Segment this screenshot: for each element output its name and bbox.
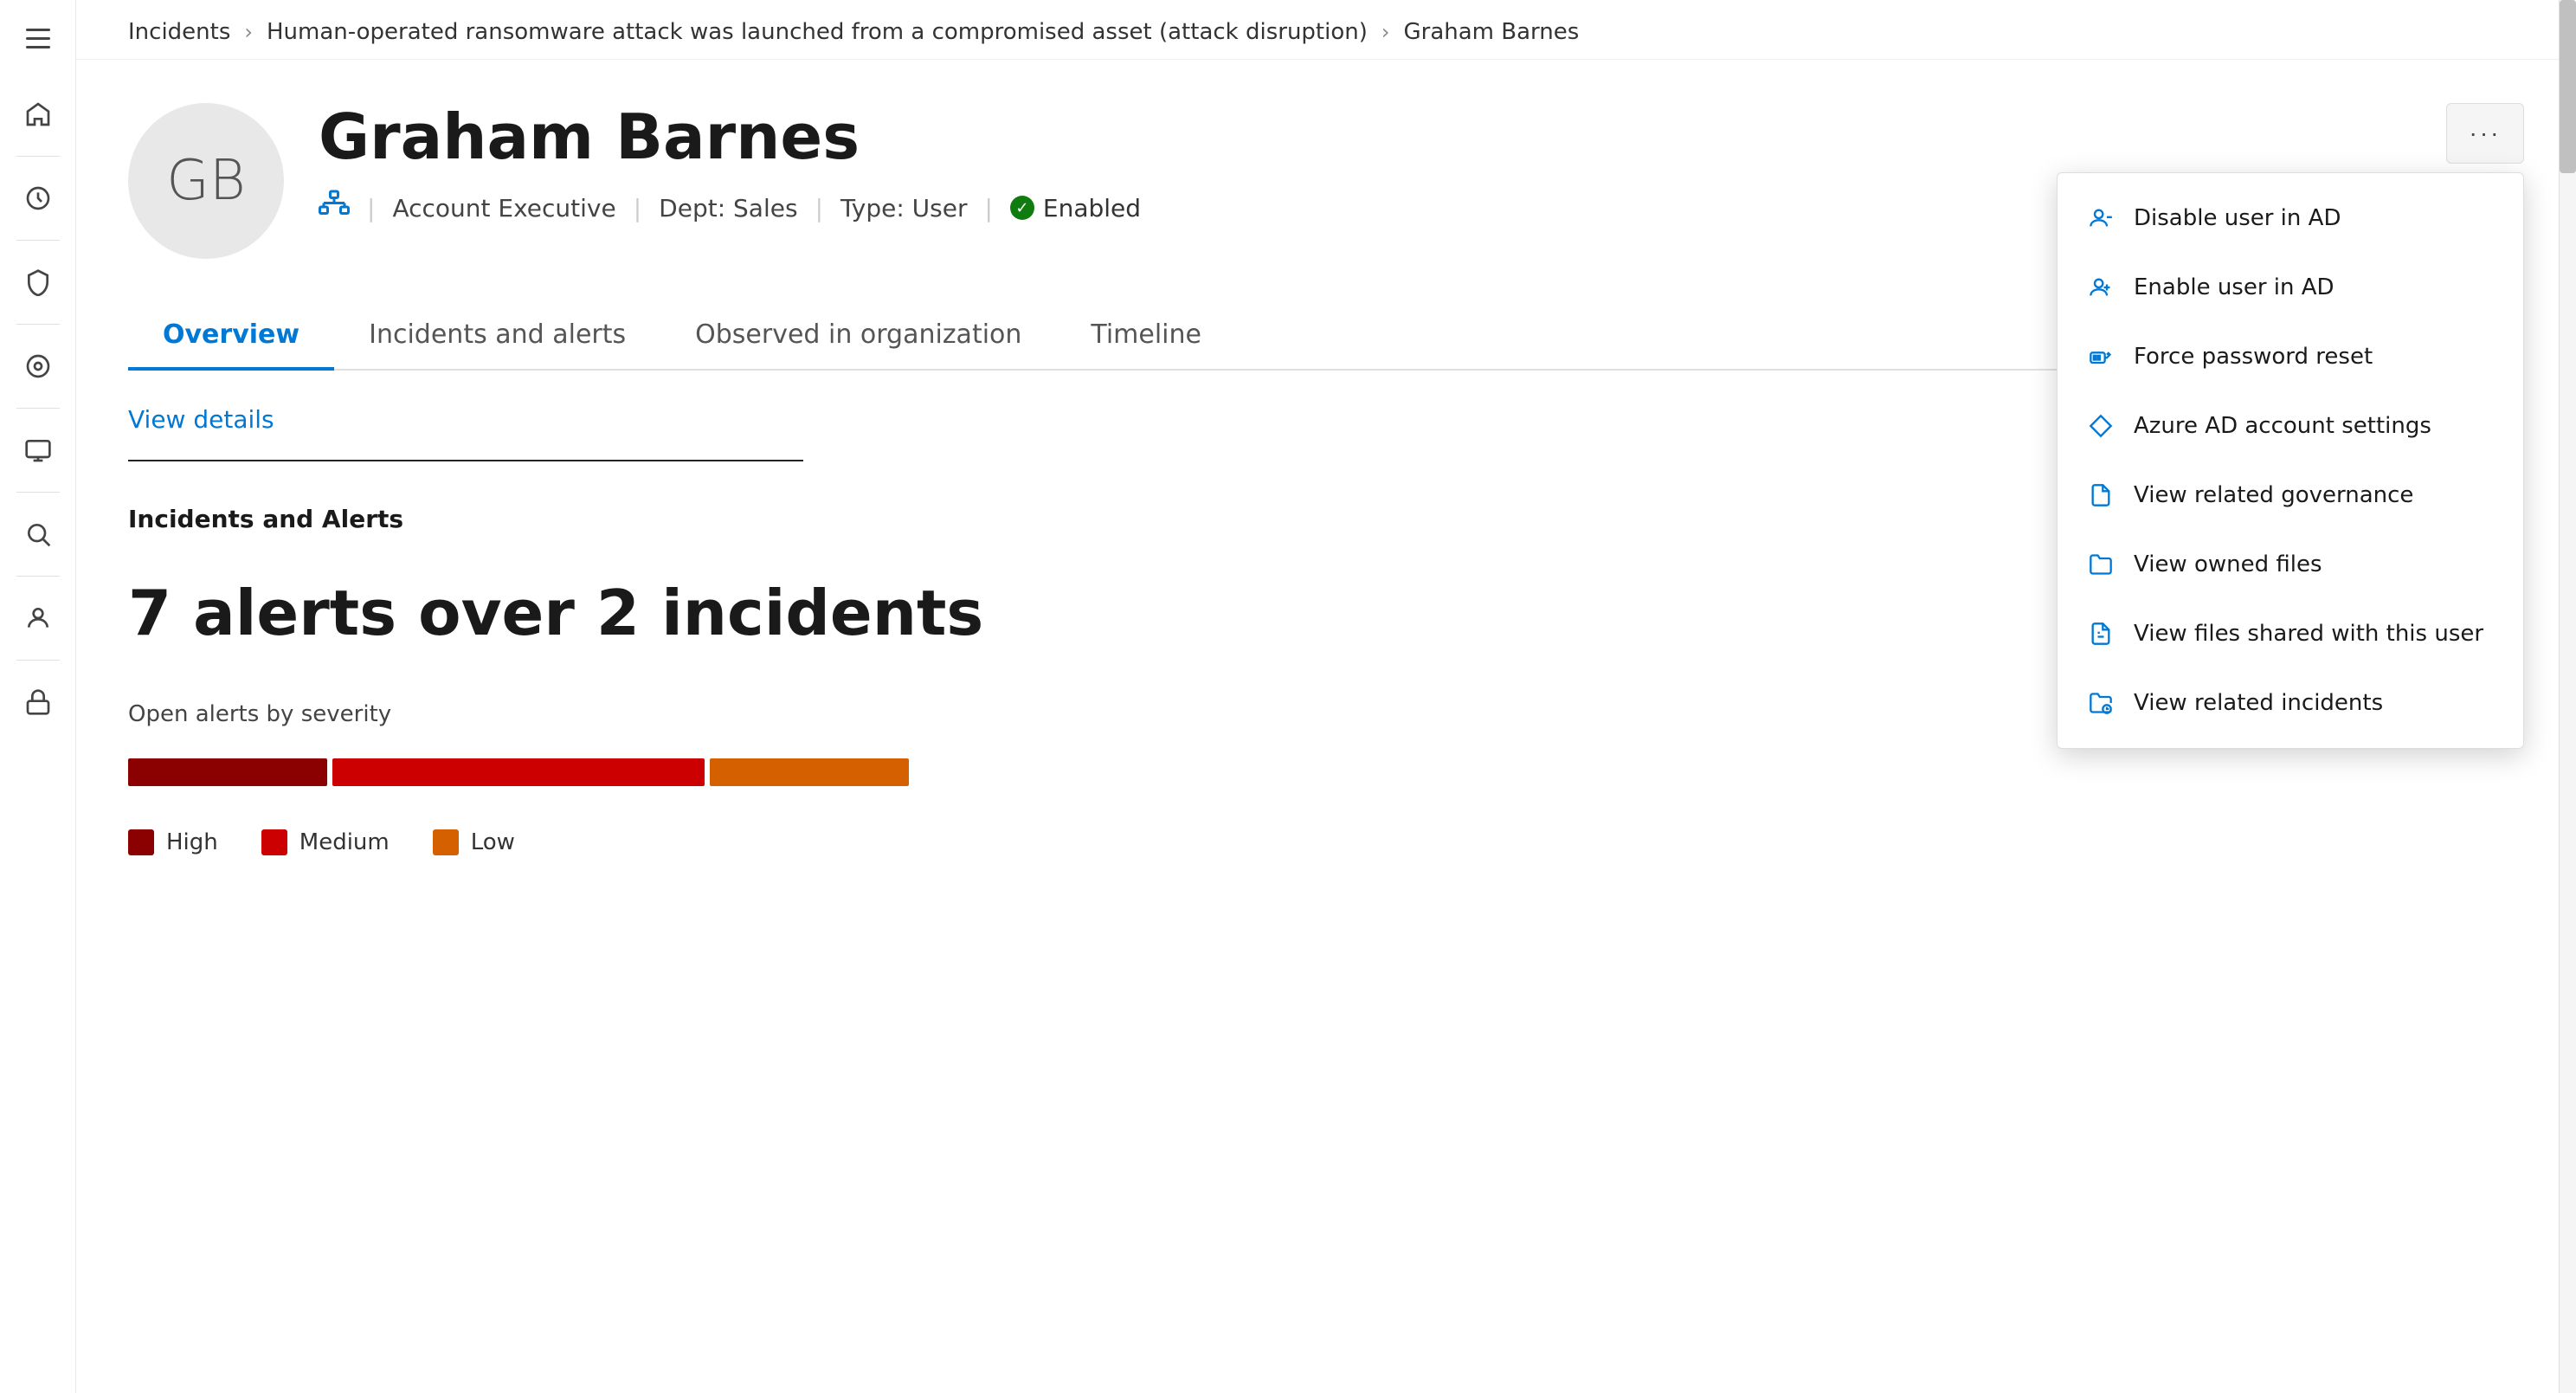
sidebar-item-users[interactable] bbox=[7, 587, 69, 649]
sidebar-item-devices[interactable] bbox=[7, 419, 69, 481]
meta-sep-4: | bbox=[984, 194, 992, 222]
meta-sep-3: | bbox=[815, 194, 823, 222]
bar-low bbox=[710, 758, 909, 786]
profile-status: Enabled bbox=[1043, 194, 1141, 222]
dropdown-enable-user[interactable]: Enable user in AD bbox=[2058, 253, 2523, 322]
org-icon bbox=[319, 189, 350, 227]
meta-sep-1: | bbox=[367, 194, 375, 222]
user-plus-icon bbox=[2085, 272, 2116, 303]
dropdown-disable-user-label: Disable user in AD bbox=[2134, 205, 2341, 231]
profile-area: ··· Disable user in AD Enable user in AD bbox=[76, 60, 2576, 1393]
user-minus-icon bbox=[2085, 203, 2116, 234]
tab-overview[interactable]: Overview bbox=[128, 302, 334, 371]
legend-low: Low bbox=[433, 829, 515, 855]
legend-medium: Medium bbox=[261, 829, 390, 855]
tab-incidents-alerts[interactable]: Incidents and alerts bbox=[334, 302, 660, 371]
sidebar-item-shield[interactable] bbox=[7, 251, 69, 313]
breadcrumb-incident[interactable]: Human-operated ransomware attack was lau… bbox=[267, 19, 1368, 45]
profile-type: Type: User bbox=[840, 194, 967, 222]
sidebar-divider-4 bbox=[16, 408, 60, 409]
dropdown-disable-user[interactable]: Disable user in AD bbox=[2058, 184, 2523, 253]
sidebar-divider bbox=[16, 156, 60, 157]
doc-icon bbox=[2085, 480, 2116, 511]
bar-high bbox=[128, 758, 327, 786]
scrollbar-thumb[interactable] bbox=[2560, 0, 2576, 173]
profile-role: Account Executive bbox=[392, 194, 615, 222]
sidebar-item-recent[interactable] bbox=[7, 167, 69, 229]
sidebar-item-incidents[interactable] bbox=[7, 335, 69, 397]
dropdown-azure-ad[interactable]: Azure AD account settings bbox=[2058, 391, 2523, 461]
sidebar-item-endpoint[interactable] bbox=[7, 671, 69, 733]
share-doc-icon bbox=[2085, 618, 2116, 649]
sidebar-divider-6 bbox=[16, 576, 60, 577]
dropdown-owned-files-label: View owned files bbox=[2134, 551, 2322, 577]
dropdown-azure-ad-label: Azure AD account settings bbox=[2134, 413, 2431, 439]
legend-high-dot bbox=[128, 829, 154, 855]
breadcrumb-incidents[interactable]: Incidents bbox=[128, 19, 230, 45]
dropdown-related-incidents[interactable]: View related incidents bbox=[2058, 668, 2523, 738]
legend-low-label: Low bbox=[471, 829, 515, 855]
sidebar-item-vulnerability[interactable] bbox=[7, 503, 69, 565]
bar-medium bbox=[332, 758, 705, 786]
dropdown-enable-user-label: Enable user in AD bbox=[2134, 274, 2334, 300]
sidebar-divider-2 bbox=[16, 240, 60, 241]
breadcrumb-sep-1: › bbox=[244, 20, 253, 44]
hamburger-menu[interactable] bbox=[14, 14, 62, 62]
sidebar-item-home[interactable] bbox=[7, 83, 69, 145]
status-badge: ✓ Enabled bbox=[1010, 194, 1141, 222]
dropdown-related-incidents-label: View related incidents bbox=[2134, 690, 2383, 716]
legend-medium-label: Medium bbox=[299, 829, 390, 855]
breadcrumb-sep-2: › bbox=[1381, 20, 1390, 44]
meta-sep-2: | bbox=[634, 194, 641, 222]
sidebar bbox=[0, 0, 76, 1393]
legend-high: High bbox=[128, 829, 218, 855]
legend-low-dot bbox=[433, 829, 459, 855]
legend-medium-dot bbox=[261, 829, 287, 855]
dropdown-shared-files[interactable]: View files shared with this user bbox=[2058, 599, 2523, 668]
status-dot: ✓ bbox=[1010, 196, 1034, 220]
folder-clock-icon bbox=[2085, 687, 2116, 719]
sidebar-divider-7 bbox=[16, 660, 60, 661]
dropdown-shared-files-label: View files shared with this user bbox=[2134, 621, 2483, 647]
folder-icon bbox=[2085, 549, 2116, 580]
key-icon bbox=[2085, 341, 2116, 372]
dropdown-owned-files[interactable]: View owned files bbox=[2058, 530, 2523, 599]
avatar: GB bbox=[128, 103, 284, 259]
dropdown-menu: Disable user in AD Enable user in AD For… bbox=[2057, 172, 2524, 749]
severity-bars bbox=[128, 758, 2524, 786]
dropdown-governance[interactable]: View related governance bbox=[2058, 461, 2523, 530]
profile-name: Graham Barnes bbox=[319, 103, 2524, 171]
breadcrumb-user: Graham Barnes bbox=[1404, 19, 1580, 45]
profile-dept: Dept: Sales bbox=[659, 194, 797, 222]
sidebar-divider-3 bbox=[16, 324, 60, 325]
scrollbar[interactable] bbox=[2559, 0, 2576, 1393]
more-button[interactable]: ··· bbox=[2446, 103, 2524, 164]
breadcrumb: Incidents › Human-operated ransomware at… bbox=[76, 0, 2576, 60]
legend-high-label: High bbox=[166, 829, 218, 855]
sidebar-divider-5 bbox=[16, 492, 60, 493]
tab-observed[interactable]: Observed in organization bbox=[660, 302, 1056, 371]
section-divider bbox=[128, 460, 803, 461]
dropdown-force-password[interactable]: Force password reset bbox=[2058, 322, 2523, 391]
diamond-icon bbox=[2085, 410, 2116, 442]
severity-legend: High Medium Low bbox=[128, 829, 2524, 855]
dropdown-governance-label: View related governance bbox=[2134, 482, 2413, 508]
dropdown-force-password-label: Force password reset bbox=[2134, 344, 2373, 370]
main-content: Incidents › Human-operated ransomware at… bbox=[76, 0, 2576, 1393]
tab-timeline[interactable]: Timeline bbox=[1056, 302, 1236, 371]
